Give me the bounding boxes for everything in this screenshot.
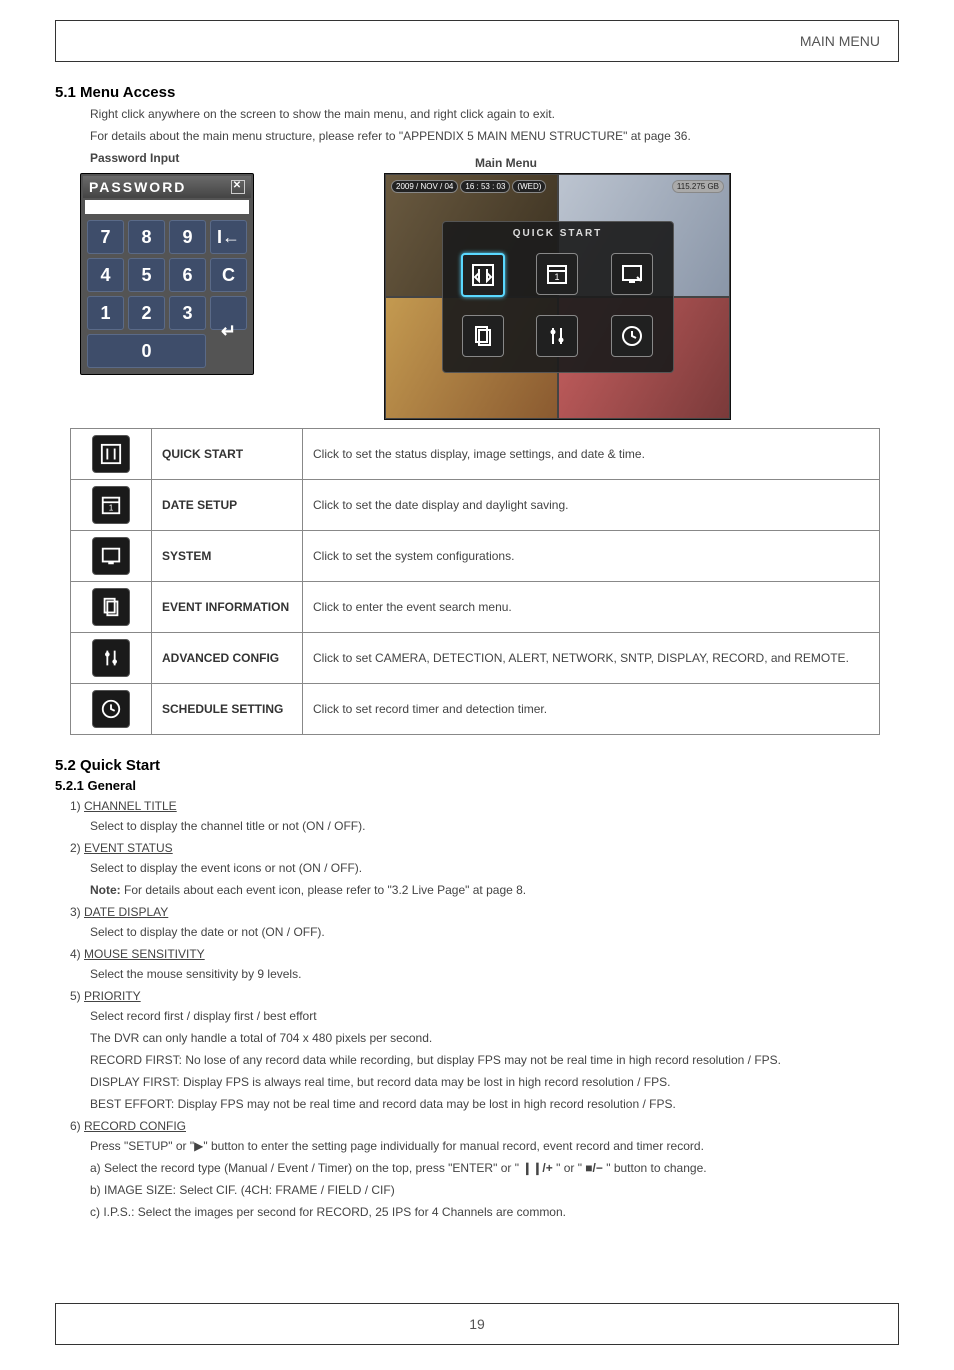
table-row: 1 DATE SETUP Click to set the date displ… <box>71 480 880 531</box>
qs-date-setup-icon[interactable]: 1 <box>536 253 578 295</box>
qs-system-icon[interactable] <box>611 253 653 295</box>
key-3[interactable]: 3 <box>169 296 206 330</box>
func-desc: Click to enter the event search menu. <box>303 582 880 633</box>
table-row: ADVANCED CONFIG Click to set CAMERA, DET… <box>71 633 880 684</box>
record-config-c: c) I.P.S.: Select the images per second … <box>90 1203 899 1221</box>
key-6[interactable]: 6 <box>169 258 206 292</box>
func-desc: Click to set record timer and detection … <box>303 684 880 735</box>
func-name: SYSTEM <box>152 531 303 582</box>
password-keypad: PASSWORD ✕ 7 8 9 I← 4 5 6 C 1 2 3 ↵ 0 <box>80 173 254 375</box>
item-record-config: 6) RECORD CONFIG <box>70 1119 899 1133</box>
table-row: EVENT INFORMATION Click to enter the eve… <box>71 582 880 633</box>
func-name: QUICK START <box>152 429 303 480</box>
osd-date: 2009 / NOV / 04 <box>391 180 458 193</box>
osd-time: 16 : 53 : 03 <box>460 180 510 193</box>
osd-capacity: 115.275 GB <box>672 180 724 193</box>
page-number: 19 <box>469 1316 485 1332</box>
key-clear[interactable]: C <box>210 258 247 292</box>
func-desc: Click to set the date display and daylig… <box>303 480 880 531</box>
item-channel-title: 1) CHANNEL TITLE <box>70 799 899 813</box>
record-config-a: a) Select the record type (Manual / Even… <box>90 1159 899 1177</box>
section-5-2-1-title: 5.2.1 General <box>55 778 899 793</box>
qs-advanced-config-icon[interactable] <box>536 315 578 357</box>
item-date-display: 3) DATE DISPLAY <box>70 905 899 919</box>
key-5[interactable]: 5 <box>128 258 165 292</box>
key-1[interactable]: 1 <box>87 296 124 330</box>
key-enter[interactable]: ↵ <box>210 296 247 330</box>
table-row: SCHEDULE SETTING Click to set record tim… <box>71 684 880 735</box>
func-desc: Click to set CAMERA, DETECTION, ALERT, N… <box>303 633 880 684</box>
key-9[interactable]: 9 <box>169 220 206 254</box>
section-5-1-title: 5.1 Menu Access <box>55 84 899 101</box>
quick-start-panel: QUICK START 1 <box>442 221 674 373</box>
quick-start-title: QUICK START <box>443 222 673 239</box>
svg-text:1: 1 <box>555 272 560 282</box>
func-name: DATE SETUP <box>152 480 303 531</box>
func-name: ADVANCED CONFIG <box>152 633 303 684</box>
osd-day: (WED) <box>512 180 546 193</box>
event-note: Note: For details about each event icon,… <box>90 881 899 899</box>
schedule-icon <box>92 690 130 728</box>
system-icon <box>92 537 130 575</box>
pause-plus-icon: ❙❙/+ <box>522 1161 552 1175</box>
keypad-title-text: PASSWORD <box>89 179 186 195</box>
svg-text:1: 1 <box>109 504 114 513</box>
item-event-status: 2) EVENT STATUS <box>70 841 899 855</box>
date-setup-icon: 1 <box>92 486 130 524</box>
item-mouse-sensitivity: 4) MOUSE SENSITIVITY <box>70 947 899 961</box>
key-8[interactable]: 8 <box>128 220 165 254</box>
func-desc: Click to set the status display, image s… <box>303 429 880 480</box>
function-table: QUICK START Click to set the status disp… <box>70 428 880 735</box>
func-name: SCHEDULE SETTING <box>152 684 303 735</box>
func-name: EVENT INFORMATION <box>152 582 303 633</box>
item-priority: 5) PRIORITY <box>70 989 899 1003</box>
func-desc: Click to set the system configurations. <box>303 531 880 582</box>
key-2[interactable]: 2 <box>128 296 165 330</box>
key-0[interactable]: 0 <box>87 334 206 368</box>
stop-minus-icon: ■/− <box>585 1161 603 1175</box>
priority-record-first: RECORD FIRST: No lose of any record data… <box>90 1051 899 1069</box>
key-7[interactable]: 7 <box>87 220 124 254</box>
record-config-b: b) IMAGE SIZE: Select CIF. (4CH: FRAME /… <box>90 1181 899 1199</box>
page-footer: 19 <box>55 1303 899 1345</box>
para-appendix-ref: For details about the main menu structur… <box>90 127 899 145</box>
advanced-config-icon <box>92 639 130 677</box>
section-5-2-title: 5.2 Quick Start <box>55 757 899 774</box>
close-icon[interactable]: ✕ <box>231 180 245 194</box>
table-row: SYSTEM Click to set the system configura… <box>71 531 880 582</box>
label-main-menu: Main Menu <box>475 154 537 172</box>
priority-best-effort: BEST EFFORT: Display FPS may not be real… <box>90 1095 899 1113</box>
table-row: QUICK START Click to set the status disp… <box>71 429 880 480</box>
dvr-screenshot: 2009 / NOV / 04 16 : 53 : 03 (WED) 115.2… <box>384 173 731 420</box>
event-info-icon <box>92 588 130 626</box>
key-backspace[interactable]: I← <box>210 220 247 254</box>
page-header: MAIN MENU <box>55 20 899 62</box>
para-rightclick: Right click anywhere on the screen to sh… <box>90 105 899 123</box>
qs-event-info-icon[interactable] <box>462 315 504 357</box>
password-display <box>85 200 249 214</box>
qs-quick-start-icon[interactable] <box>461 253 505 297</box>
priority-display-first: DISPLAY FIRST: Display FPS is always rea… <box>90 1073 899 1091</box>
quick-start-icon <box>92 435 130 473</box>
qs-schedule-icon[interactable] <box>611 315 653 357</box>
header-title: MAIN MENU <box>800 33 880 49</box>
key-4[interactable]: 4 <box>87 258 124 292</box>
